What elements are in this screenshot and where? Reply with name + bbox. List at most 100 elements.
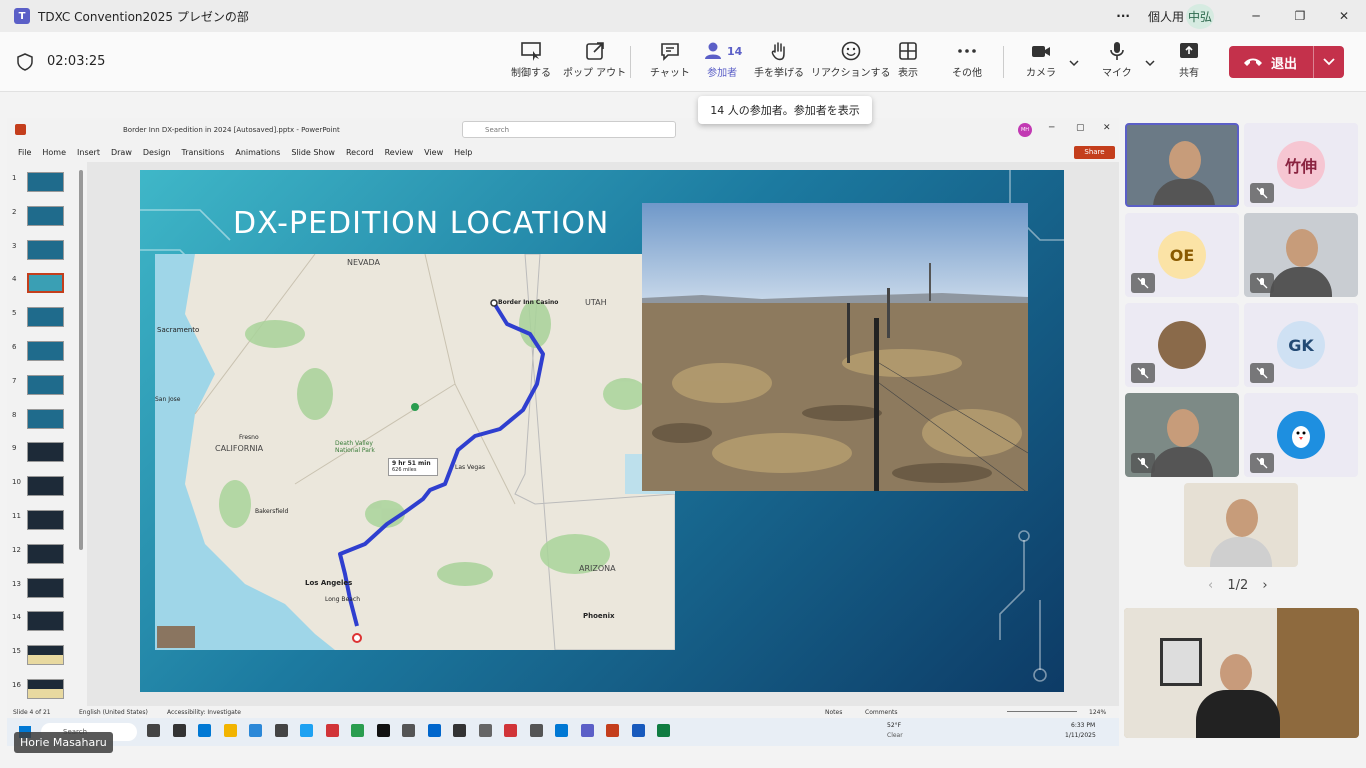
chevron-left-icon[interactable]: ‹ — [1208, 578, 1213, 593]
taskbar-app-icon[interactable] — [529, 724, 543, 737]
close-window-button[interactable]: ✕ — [1322, 9, 1366, 23]
ribbon-tab[interactable]: File — [18, 148, 31, 157]
taskbar-app-icon[interactable] — [325, 724, 339, 737]
taskbar-app-icon[interactable] — [504, 724, 517, 737]
restore-button[interactable]: ❐ — [1278, 9, 1322, 23]
taskbar-app-icon[interactable] — [274, 724, 288, 737]
ppt-search-input[interactable]: Search — [462, 121, 676, 138]
ppt-user-avatar[interactable]: MH — [1018, 123, 1032, 137]
taskbar-app-icon[interactable] — [478, 724, 492, 737]
zoom-level[interactable]: 124% — [1089, 709, 1106, 716]
participant-tile[interactable]: OE — [1125, 213, 1239, 297]
camera-button[interactable]: カメラ — [1026, 38, 1056, 79]
share-button[interactable]: 共有 — [1178, 38, 1200, 79]
slide-thumbnail[interactable] — [27, 374, 64, 395]
slide-thumbnail[interactable] — [27, 341, 64, 361]
participant-tile[interactable] — [1125, 123, 1239, 207]
participant-tile[interactable] — [1125, 393, 1239, 477]
taskbar-app-icon[interactable] — [580, 724, 594, 737]
ppt-maximize-button[interactable]: ▢ — [1076, 123, 1085, 133]
participant-tile[interactable] — [1244, 393, 1358, 477]
slide-thumbnail[interactable] — [27, 239, 64, 260]
ppt-minimize-button[interactable]: ─ — [1049, 123, 1054, 133]
slide-thumbnail[interactable] — [27, 172, 64, 192]
ribbon-tab[interactable]: View — [424, 148, 443, 157]
ribbon-tab[interactable]: Review — [385, 148, 414, 157]
slide-thumbnail[interactable] — [27, 442, 64, 463]
taskbar-app-icon[interactable] — [376, 724, 390, 737]
raise-hand-button[interactable]: 手を挙げる — [754, 38, 804, 79]
map-label-california: CALIFORNIA — [215, 444, 264, 453]
slide-thumbnail[interactable] — [27, 476, 64, 497]
taskbar-app-icon[interactable] — [427, 724, 441, 737]
chat-button[interactable]: チャット — [650, 38, 690, 79]
taskbar-app-icon[interactable] — [402, 724, 415, 737]
participant-tile[interactable] — [1184, 483, 1298, 567]
taskbar-app-icon[interactable] — [249, 724, 262, 737]
thumbnail-scrollbar[interactable] — [79, 170, 83, 550]
slide-thumbnail[interactable] — [27, 577, 64, 598]
mic-muted-icon — [1131, 453, 1155, 473]
comments-button[interactable]: Comments — [865, 709, 898, 716]
mic-button[interactable]: マイク — [1102, 38, 1132, 79]
desert-landscape-image — [642, 203, 1028, 491]
taskbar-app-icon[interactable] — [453, 724, 466, 737]
participant-tile[interactable]: GK — [1244, 303, 1358, 387]
ribbon-tab[interactable]: Record — [346, 148, 374, 157]
slide-thumbnail[interactable] — [27, 510, 64, 530]
account-label[interactable]: 個人用 — [1148, 8, 1184, 25]
ribbon-tab[interactable]: Slide Show — [291, 148, 335, 157]
minimize-button[interactable]: ─ — [1234, 9, 1278, 23]
notes-button[interactable]: Notes — [825, 709, 842, 716]
reactions-button[interactable]: リアクションする — [811, 38, 891, 79]
slide-thumbnail[interactable] — [27, 645, 64, 666]
slide[interactable]: DX-PEDITION LOCATION NEVADA UTAH CALIFOR… — [140, 170, 1064, 692]
self-video-tile[interactable] — [1124, 608, 1359, 738]
slide-thumbnail[interactable] — [27, 611, 64, 632]
chevron-down-icon[interactable] — [1068, 58, 1080, 68]
ribbon-tab[interactable]: Help — [454, 148, 472, 157]
slide-thumbnail[interactable] — [27, 679, 64, 699]
participant-tile[interactable] — [1244, 213, 1358, 297]
slide-thumbnail[interactable] — [27, 307, 64, 328]
accessibility-status[interactable]: Accessibility: Investigate — [167, 709, 241, 716]
leave-button[interactable]: 退出 — [1229, 46, 1344, 78]
more-options-button[interactable]: ··· — [1116, 9, 1130, 23]
slide-thumbnail[interactable] — [27, 408, 64, 429]
toolbar-divider — [630, 46, 631, 78]
chevron-down-icon[interactable] — [1322, 57, 1336, 67]
chevron-right-icon[interactable]: › — [1262, 578, 1267, 593]
taskbar-app-icon[interactable] — [606, 724, 619, 737]
account-avatar[interactable]: 中弘 — [1185, 3, 1214, 29]
ribbon-tab[interactable]: Insert — [77, 148, 100, 157]
taskbar-app-icon[interactable] — [300, 724, 313, 737]
more-button[interactable]: その他 — [952, 38, 982, 79]
taskbar-app-icon[interactable] — [555, 724, 568, 737]
taskbar-app-icon[interactable] — [223, 724, 237, 737]
participants-button[interactable]: 14 参加者 — [702, 38, 742, 79]
ribbon-tab[interactable]: Home — [42, 148, 66, 157]
popout-button[interactable]: ポップ アウト — [563, 38, 626, 79]
ribbon-tab[interactable]: Transitions — [182, 148, 225, 157]
ribbon-tab[interactable]: Animations — [235, 148, 280, 157]
shared-screen[interactable]: Border Inn DX-pedition in 2024 [Autosave… — [7, 118, 1119, 746]
taskbar-app-icon[interactable] — [198, 724, 211, 737]
ribbon-tab[interactable]: Draw — [111, 148, 132, 157]
control-button[interactable]: 制御する — [511, 38, 551, 79]
ppt-close-button[interactable]: ✕ — [1103, 123, 1111, 133]
chevron-down-icon[interactable] — [1144, 58, 1156, 68]
taskbar-app-icon[interactable] — [147, 724, 160, 737]
taskbar-app-icon[interactable] — [657, 724, 670, 737]
taskbar-app-icon[interactable] — [631, 724, 645, 737]
slide-thumbnail[interactable] — [27, 205, 64, 226]
ppt-share-button[interactable]: Share — [1074, 146, 1115, 159]
view-button[interactable]: 表示 — [897, 38, 919, 79]
participant-tile[interactable]: 竹伸 — [1244, 123, 1358, 207]
slide-thumbnail[interactable] — [27, 273, 64, 294]
ribbon-tab[interactable]: Design — [143, 148, 171, 157]
slide-thumbnail[interactable] — [27, 543, 64, 564]
participant-tile[interactable] — [1125, 303, 1239, 387]
taskbar-app-icon[interactable] — [172, 724, 186, 737]
zoom-slider[interactable] — [1007, 711, 1077, 712]
taskbar-app-icon[interactable] — [351, 724, 364, 737]
